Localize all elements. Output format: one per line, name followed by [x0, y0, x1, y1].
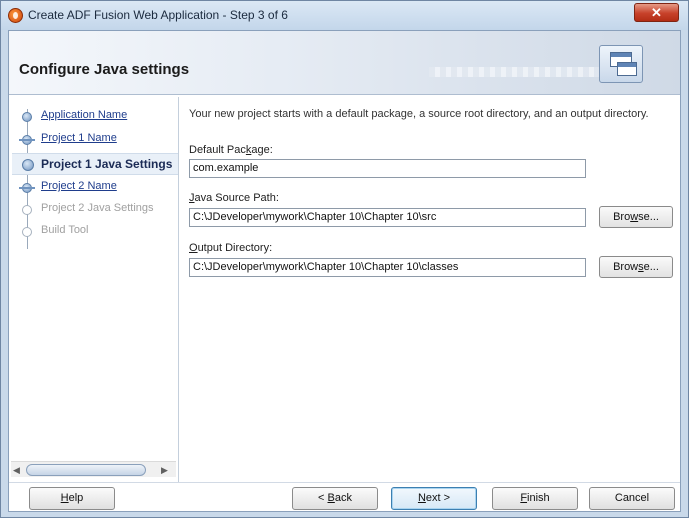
- step-label: Project 2 Name: [41, 180, 117, 192]
- button-bar: Help < Back Next > Finish Cancel: [9, 482, 680, 511]
- step-project-1-java-settings[interactable]: Project 1 Java Settings: [12, 153, 178, 175]
- close-button[interactable]: ✕: [634, 3, 679, 22]
- finish-button[interactable]: Finish: [492, 487, 578, 510]
- header-decoration: [429, 67, 599, 77]
- step-project-1-name[interactable]: Project 1 Name: [17, 130, 178, 150]
- intro-text: Your new project starts with a default p…: [189, 108, 649, 120]
- step-application-name[interactable]: Application Name: [17, 107, 178, 127]
- window-title: Create ADF Fusion Web Application - Step…: [28, 8, 288, 22]
- scroll-right-icon[interactable]: ▶: [161, 464, 171, 476]
- step-label: Project 2 Java Settings: [41, 202, 154, 214]
- step-link-icon: [22, 112, 32, 122]
- jdeveloper-app-icon: [8, 8, 23, 23]
- current-step-icon: [22, 159, 34, 171]
- step-project-2-name[interactable]: Project 2 Name: [17, 178, 178, 198]
- step-project-2-java-settings: Project 2 Java Settings: [17, 200, 178, 220]
- back-button[interactable]: < Back: [292, 487, 378, 510]
- step-link-icon: [19, 135, 35, 145]
- scroll-left-icon[interactable]: ◀: [13, 464, 23, 476]
- windows-icon: [599, 45, 643, 83]
- title-bar[interactable]: Create ADF Fusion Web Application - Step…: [1, 1, 688, 30]
- output-directory-input[interactable]: C:\JDeveloper\mywork\Chapter 10\Chapter …: [189, 258, 586, 277]
- wizard-header: Configure Java settings: [9, 31, 680, 95]
- default-package-label: Default Package:: [189, 144, 273, 156]
- java-source-path-label: Java Source Path:: [189, 192, 279, 204]
- output-directory-label: Output Directory:: [189, 242, 273, 254]
- step-label: Build Tool: [41, 224, 89, 236]
- scrollbar-thumb[interactable]: [26, 464, 146, 476]
- cancel-button[interactable]: Cancel: [589, 487, 675, 510]
- step-label: Project 1 Java Settings: [41, 157, 173, 171]
- page-title: Configure Java settings: [19, 61, 190, 78]
- step-build-tool: Build Tool: [17, 222, 178, 242]
- next-button[interactable]: Next >: [391, 487, 477, 510]
- step-link-icon: [19, 183, 35, 193]
- java-source-path-input[interactable]: C:\JDeveloper\mywork\Chapter 10\Chapter …: [189, 208, 586, 227]
- step-label: Project 1 Name: [41, 132, 117, 144]
- dialog-body: Configure Java settings Application Name…: [8, 30, 681, 512]
- browse-source-button[interactable]: Browse...: [599, 206, 673, 228]
- default-package-input[interactable]: com.example: [189, 159, 586, 178]
- wizard-window: Create ADF Fusion Web Application - Step…: [0, 0, 689, 518]
- step-pending-icon: [22, 205, 32, 215]
- step-pending-icon: [22, 227, 32, 237]
- browse-output-button[interactable]: Browse...: [599, 256, 673, 278]
- wizard-steps-nav: Application Name Project 1 Name Project …: [9, 97, 179, 482]
- nav-horizontal-scrollbar[interactable]: ◀ ▶: [11, 461, 176, 477]
- step-label: Application Name: [41, 109, 128, 121]
- help-button[interactable]: Help: [29, 487, 115, 510]
